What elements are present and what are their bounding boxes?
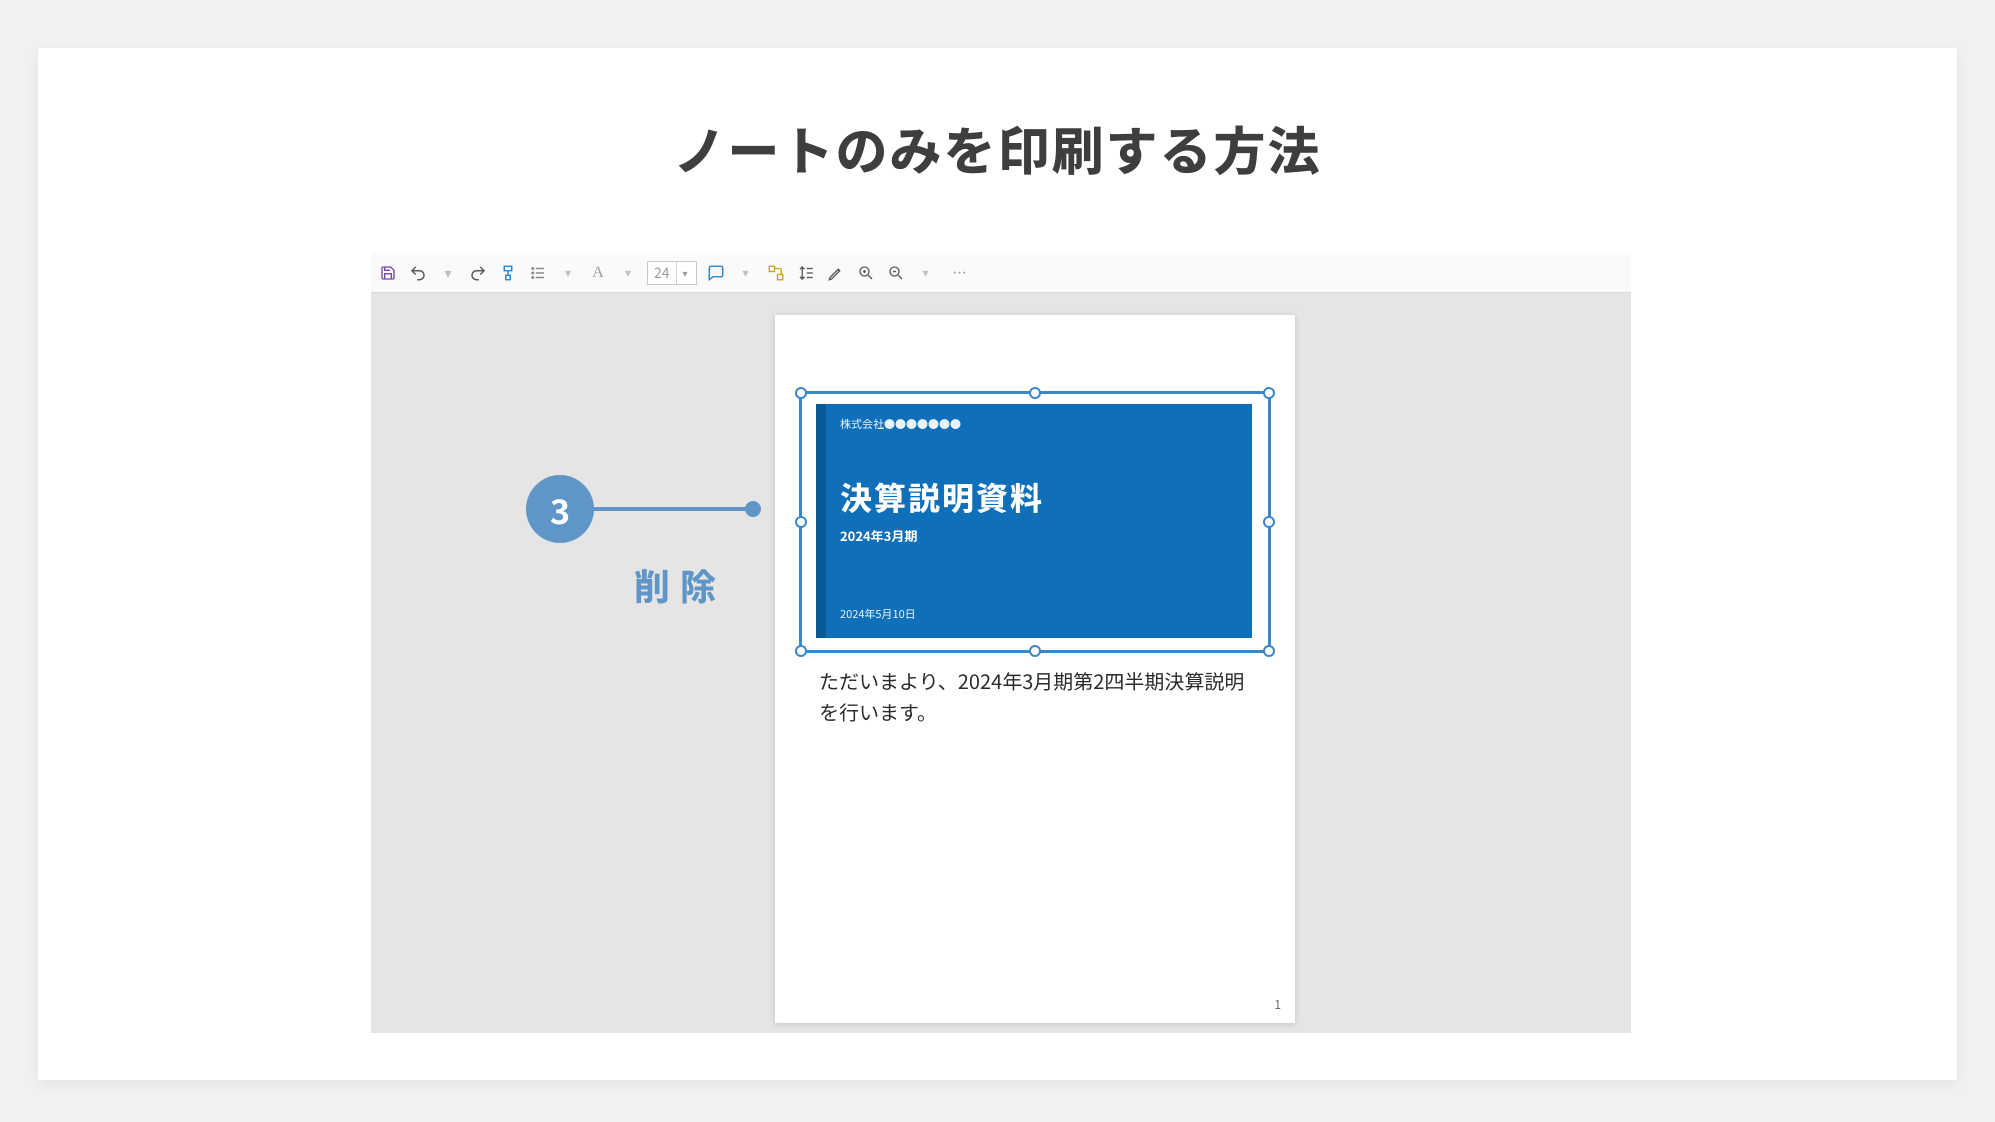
resize-handle-bl[interactable] — [795, 645, 807, 657]
font-icon[interactable]: A — [587, 262, 609, 284]
page-number: 1 — [1274, 996, 1281, 1013]
resize-handle-tl[interactable] — [795, 387, 807, 399]
step-badge: 3 — [526, 475, 594, 543]
slide-company: 株式会社●●●●●●● — [840, 416, 1238, 432]
step-label: 削除 — [634, 559, 726, 611]
undo-icon[interactable] — [407, 262, 429, 284]
zoom-out-icon[interactable] — [885, 262, 907, 284]
zoom-dropdown-icon[interactable]: ▾ — [915, 262, 937, 284]
font-size-value: 24 — [654, 263, 670, 283]
list-dropdown-icon[interactable]: ▾ — [557, 262, 579, 284]
insert-comment-icon[interactable] — [705, 262, 727, 284]
insert-comment-dropdown-icon[interactable]: ▾ — [735, 262, 757, 284]
ink-icon[interactable] — [825, 262, 847, 284]
slide-headline: 決算説明資料 — [840, 474, 1238, 520]
step-number: 3 — [550, 485, 570, 534]
toolbar-overflow-icon[interactable]: ⋯ — [949, 262, 971, 284]
slide-thumbnail: 株式会社●●●●●●● 決算説明資料 2024年3月期 2024年5月10日 — [816, 404, 1252, 638]
redo-icon[interactable] — [467, 262, 489, 284]
format-painter-icon[interactable] — [497, 262, 519, 284]
editor-window: ▾ ▾ A ▾ 24 ▾ — [371, 253, 1631, 1033]
font-dropdown-icon[interactable]: ▾ — [617, 262, 639, 284]
slide-thumbnail-selection[interactable]: 株式会社●●●●●●● 決算説明資料 2024年3月期 2024年5月10日 — [799, 391, 1271, 653]
resize-handle-mr[interactable] — [1263, 516, 1275, 528]
chevron-down-icon[interactable]: ▾ — [676, 262, 694, 284]
resize-handle-br[interactable] — [1263, 645, 1275, 657]
list-icon[interactable] — [527, 262, 549, 284]
zoom-in-icon[interactable] — [855, 262, 877, 284]
line-spacing-icon[interactable] — [795, 262, 817, 284]
resize-handle-bm[interactable] — [1029, 645, 1041, 657]
resize-handle-ml[interactable] — [795, 516, 807, 528]
step-connector-dot — [745, 501, 761, 517]
undo-dropdown-icon[interactable]: ▾ — [437, 262, 459, 284]
save-icon[interactable] — [377, 262, 399, 284]
instruction-card: ノートのみを印刷する方法 ▾ ▾ — [38, 48, 1957, 1080]
notes-text[interactable]: ただいまより、2024年3月期第2四半期決算説明を行います。 — [819, 665, 1255, 727]
step-connector-line — [593, 507, 749, 511]
slide-pubdate: 2024年5月10日 — [840, 606, 1238, 622]
toolbar: ▾ ▾ A ▾ 24 ▾ — [371, 253, 1631, 293]
resize-handle-tr[interactable] — [1263, 387, 1275, 399]
notes-page: 株式会社●●●●●●● 決算説明資料 2024年3月期 2024年5月10日 た… — [775, 315, 1295, 1023]
slide-period: 2024年3月期 — [840, 526, 1238, 545]
font-size-input[interactable]: 24 ▾ — [647, 261, 697, 285]
page-title: ノートのみを印刷する方法 — [38, 110, 1957, 185]
hierarchy-icon[interactable] — [765, 262, 787, 284]
resize-handle-tm[interactable] — [1029, 387, 1041, 399]
